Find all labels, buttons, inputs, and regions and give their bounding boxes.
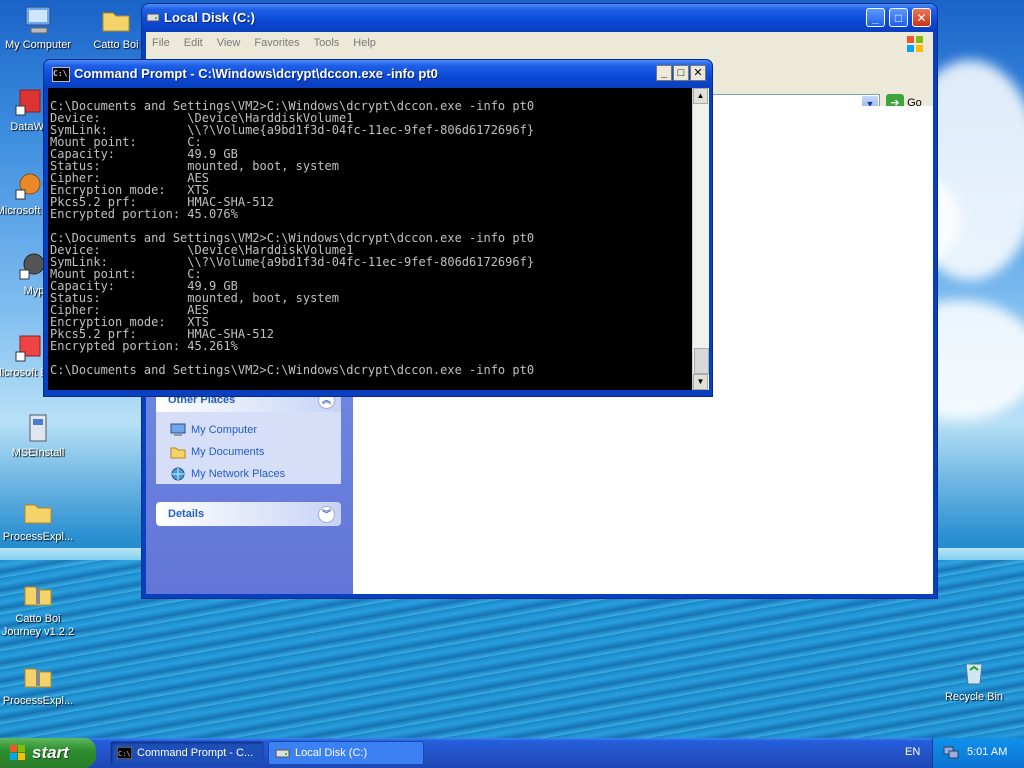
scroll-thumb[interactable] <box>694 348 709 374</box>
desktop-icon-my-computer[interactable]: My Computer <box>0 4 76 52</box>
place-my-computer[interactable]: My Computer <box>170 423 327 437</box>
start-button[interactable]: start <box>0 738 96 768</box>
folder-icon <box>24 504 52 524</box>
other-places-body: My Computer My Documents My Network Plac… <box>156 412 341 484</box>
cmd-icon: C:\ <box>52 67 70 82</box>
network-icon <box>171 467 185 481</box>
windows-flag-icon <box>10 745 25 760</box>
cmd-close-button[interactable]: ✕ <box>690 65 706 81</box>
folder-icon <box>102 12 130 32</box>
taskbar: start C:\ Command Prompt - C... Local Di… <box>0 738 1024 768</box>
clock[interactable]: 5:01 AM <box>967 746 1007 758</box>
cmd-titlebar[interactable]: C:\ Command Prompt - C:\Windows\dcrypt\d… <box>44 60 712 88</box>
chevron-down-icon[interactable]: ︾ <box>318 506 335 523</box>
maximize-button[interactable]: □ <box>889 8 908 27</box>
scroll-down-arrow[interactable]: ▼ <box>693 374 708 390</box>
place-my-documents[interactable]: My Documents <box>170 445 327 459</box>
menu-edit[interactable]: Edit <box>178 32 211 49</box>
network-tray-icon[interactable] <box>943 745 959 759</box>
desktop-icon-catto-boi-journey[interactable]: Catto Boi Journey v1.2.2 <box>0 578 76 639</box>
zip-folder-icon <box>24 586 52 606</box>
shortcut-icon <box>15 89 41 116</box>
menu-file[interactable]: File <box>146 32 178 49</box>
cmd-title: Command Prompt - C:\Windows\dcrypt\dccon… <box>74 66 438 81</box>
desktop-icon-recycle-bin[interactable]: Recycle Bin <box>936 656 1012 704</box>
language-indicator[interactable]: EN <box>905 746 920 758</box>
command-prompt-window[interactable]: C:\ Command Prompt - C:\Windows\dcrypt\d… <box>44 60 712 396</box>
cmd-maximize-button[interactable]: □ <box>673 65 689 81</box>
zip-folder-icon <box>24 668 52 688</box>
windows-logo-icon <box>907 36 923 52</box>
close-button[interactable]: ✕ <box>912 8 931 27</box>
cmd-icon: C:\ <box>117 747 132 759</box>
menu-view[interactable]: View <box>211 32 249 49</box>
explorer-titlebar[interactable]: Local Disk (C:) _ □ ✕ <box>142 4 937 32</box>
desktop-icon-mseinstall[interactable]: MSEInstall <box>0 412 76 460</box>
menu-tools[interactable]: Tools <box>308 32 348 49</box>
desktop-icon-processexpl-folder[interactable]: ProcessExpl... <box>0 496 76 544</box>
menu-favorites[interactable]: Favorites <box>248 32 307 49</box>
details-header[interactable]: Details ︾ <box>156 502 341 526</box>
documents-folder-icon <box>170 447 186 459</box>
taskbar-item-local-disk[interactable]: Local Disk (C:) <box>268 741 424 765</box>
taskbar-item-command-prompt[interactable]: C:\ Command Prompt - C... <box>110 741 264 765</box>
menu-help[interactable]: Help <box>347 32 384 49</box>
cmd-minimize-button[interactable]: _ <box>656 65 672 81</box>
menu-bar: File Edit View Favorites Tools Help <box>146 32 933 57</box>
scroll-up-arrow[interactable]: ▲ <box>693 88 708 104</box>
shortcut-icon <box>15 335 41 362</box>
computer-icon <box>170 423 186 436</box>
explorer-title: Local Disk (C:) <box>164 10 256 25</box>
drive-icon <box>146 13 160 22</box>
cmd-scrollbar[interactable]: ▲ ▼ <box>692 88 709 390</box>
system-tray: 5:01 AM <box>932 738 1024 768</box>
console-output[interactable]: C:\Documents and Settings\VM2>C:\Windows… <box>48 88 692 390</box>
svg-text:C:\: C:\ <box>118 750 131 758</box>
shortcut-icon <box>15 173 41 200</box>
desktop-icon-processexpl-zip[interactable]: ProcessExpl... <box>0 660 76 708</box>
place-my-network-places[interactable]: My Network Places <box>170 467 327 481</box>
console-text: C:\Documents and Settings\VM2>C:\Windows… <box>50 99 535 377</box>
drive-icon <box>275 749 290 758</box>
computer-icon <box>25 6 51 34</box>
recycle-bin-icon <box>965 663 983 685</box>
installer-icon <box>29 414 47 442</box>
minimize-button[interactable]: _ <box>866 8 885 27</box>
